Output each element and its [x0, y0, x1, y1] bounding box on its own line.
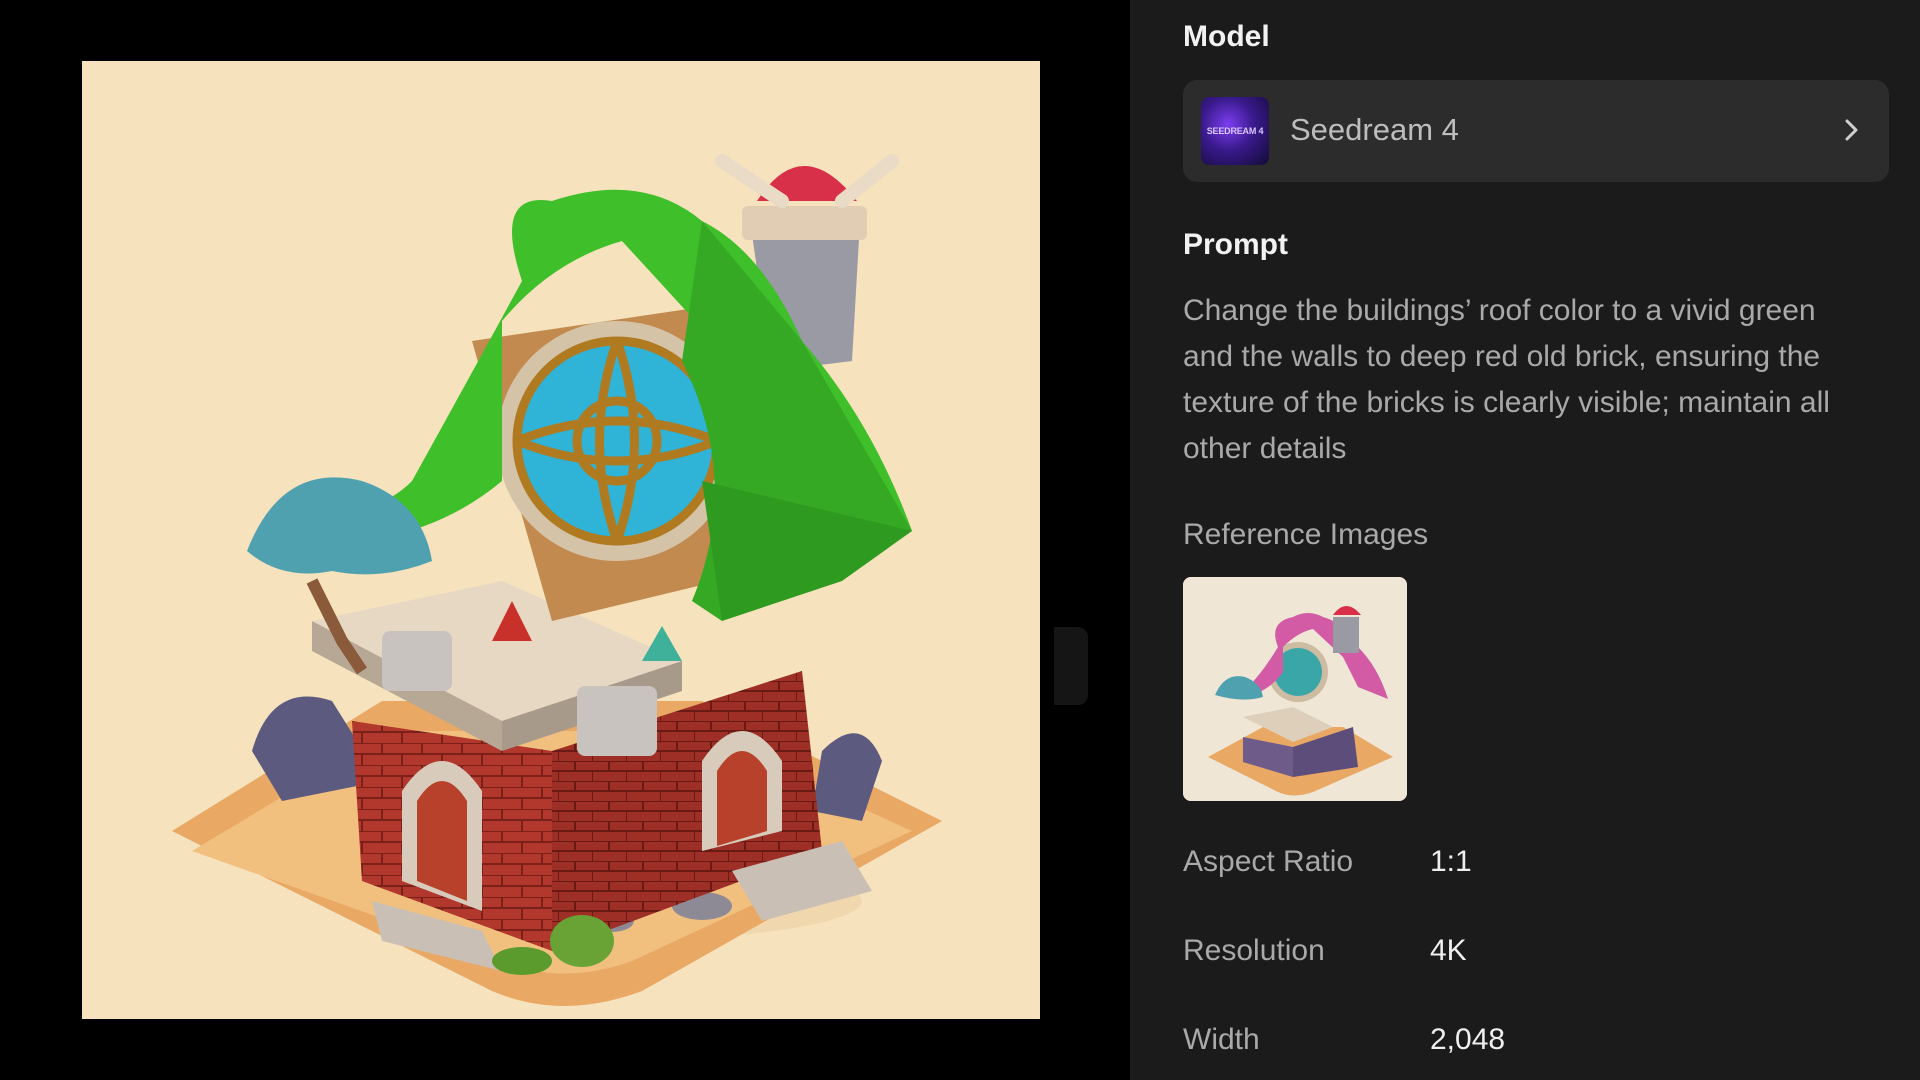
model-name: Seedream 4	[1290, 112, 1459, 147]
chevron-right-icon	[1837, 115, 1867, 145]
fantasy-house-illustration	[82, 61, 1040, 1019]
canvas-area	[0, 0, 1130, 1080]
panel-collapse-handle[interactable]	[1054, 627, 1088, 705]
width-label: Width	[1183, 1023, 1260, 1056]
generated-image[interactable]	[82, 61, 1040, 1019]
reference-image-thumbnail[interactable]	[1183, 577, 1407, 801]
aspect-ratio-value: 1:1	[1430, 845, 1472, 878]
prompt-text: Change the buildings’ roof color to a vi…	[1183, 294, 1830, 465]
seedream-logo-icon: SEEDREAM 4	[1201, 97, 1269, 165]
prompt-heading: Prompt	[1183, 228, 1288, 261]
model-thumb-label: SEEDREAM 4	[1206, 126, 1264, 136]
reference-images-heading: Reference Images	[1183, 518, 1429, 551]
width-value: 2,048	[1430, 1023, 1506, 1056]
resolution-value: 4K	[1430, 934, 1467, 967]
model-heading: Model	[1183, 20, 1270, 53]
resolution-label: Resolution	[1183, 934, 1325, 967]
model-selector[interactable]: SEEDREAM 4 Seedream 4	[1183, 80, 1889, 182]
reference-house-image	[1183, 577, 1407, 801]
details-sidebar: Model SEEDREAM 4 Seedream 4 Prompt Chang…	[1130, 0, 1920, 1080]
aspect-ratio-label: Aspect Ratio	[1183, 845, 1354, 878]
